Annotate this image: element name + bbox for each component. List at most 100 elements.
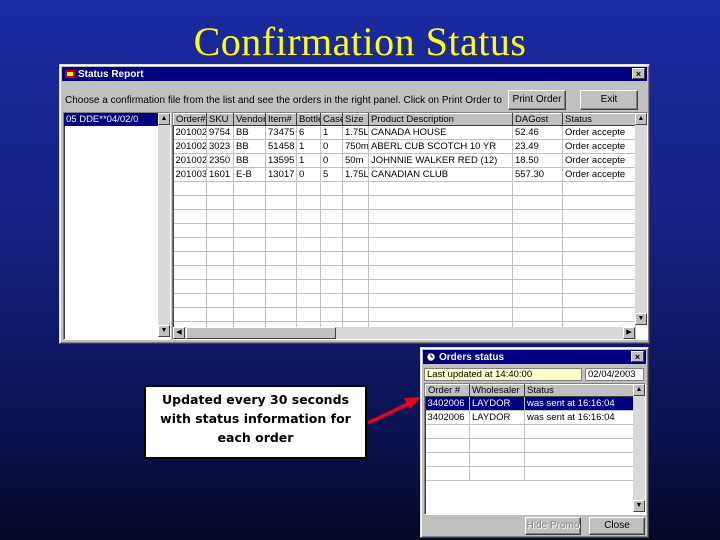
orders-grid[interactable]: Order # Wholesaler Status 3402006 LAYDOR was… [424, 383, 646, 515]
scroll-right-icon[interactable]: ▶ [623, 327, 635, 339]
table-cell: 5 [320, 167, 343, 182]
empty-row [425, 466, 634, 481]
file-list-scrollbar[interactable]: ▲ ▼ [158, 113, 170, 337]
exit-button[interactable]: Exit [580, 90, 638, 110]
scroll-left-icon[interactable]: ◀ [173, 327, 185, 339]
order-grid[interactable]: Order#SKUVendorItem#BottleCaseSizeProduc… [172, 112, 648, 340]
table-row[interactable]: 201002 3023 BB 51458 1 0 750m ABERL CUB SCOTCH … [173, 139, 636, 154]
table-cell: 51458 [265, 139, 297, 154]
empty-row [173, 307, 636, 322]
table-cell: 750m [342, 139, 369, 154]
scroll-thumb[interactable] [186, 327, 336, 339]
column-header[interactable]: Case [320, 113, 343, 126]
table-row[interactable]: 3402006 LAYDOR was sent at 16:16:04 [425, 410, 634, 425]
scroll-down-icon[interactable]: ▼ [158, 325, 170, 337]
table-row[interactable]: 201002 2350 BB 13595 1 0 50m JOHNNIE WALKER RED… [173, 153, 636, 168]
orders-status-title: Orders status [439, 351, 505, 363]
table-cell: 1601 [206, 167, 234, 182]
table-cell: 9754 [206, 125, 234, 140]
table-cell: 52.46 [512, 125, 563, 140]
column-header[interactable]: SKU [206, 113, 234, 126]
table-cell: ABERL CUB SCOTCH 10 YR [368, 139, 513, 154]
column-header[interactable]: Vendor [233, 113, 266, 126]
file-list-item[interactable]: 05 DDE**04/02/0 [64, 113, 170, 126]
table-cell: 13595 [265, 153, 297, 168]
orders-status-titlebar[interactable]: Orders status × [423, 350, 646, 364]
table-cell: 50m [342, 153, 369, 168]
column-header[interactable]: Product Description [368, 113, 513, 126]
empty-row [173, 237, 636, 252]
order-grid-hscrollbar[interactable]: ◀ ▶ [173, 327, 635, 339]
table-cell: Order accepte [562, 139, 636, 154]
table-cell: 3023 [206, 139, 234, 154]
column-header[interactable]: Order# [173, 113, 207, 126]
scroll-up-icon[interactable]: ▲ [633, 384, 645, 396]
table-row[interactable]: 201002 9754 BB 73475 6 1 1.75L CANADA HOUSE 52.4… [173, 125, 636, 140]
table-cell: LAYDOR [469, 396, 525, 411]
table-row[interactable]: 201003 1601 E-B 13017 0 5 1.75L CANADIAN CLUB 55… [173, 167, 636, 182]
table-cell: BB [233, 139, 266, 154]
empty-row [173, 181, 636, 196]
column-header[interactable]: Size [342, 113, 369, 126]
table-cell: 23.49 [512, 139, 563, 154]
table-cell: 201003 [173, 167, 207, 182]
status-report-title: Status Report [78, 68, 144, 80]
empty-row [425, 438, 634, 453]
empty-row [173, 195, 636, 210]
clock-icon [426, 352, 436, 362]
empty-row [173, 209, 636, 224]
table-cell: 201002 [173, 139, 207, 154]
table-cell: was sent at 16:16:04 [524, 396, 634, 411]
table-cell: 3402006 [425, 396, 470, 411]
empty-row [425, 424, 634, 439]
close-icon[interactable]: × [632, 68, 645, 79]
scroll-up-icon[interactable]: ▲ [635, 113, 647, 125]
table-cell: 1 [320, 125, 343, 140]
table-cell: 73475 [265, 125, 297, 140]
column-header[interactable]: Status [562, 113, 636, 126]
close-button[interactable]: Close [589, 517, 645, 535]
table-cell: 13017 [265, 167, 297, 182]
table-cell: 0 [320, 153, 343, 168]
status-report-window: Status Report × Choose a confirmation fi… [59, 64, 650, 344]
table-cell: 1.75L [342, 125, 369, 140]
order-table: Order#SKUVendorItem#BottleCaseSizeProduc… [173, 113, 636, 339]
table-cell: 1.75L [342, 167, 369, 182]
scroll-up-icon[interactable]: ▲ [158, 113, 170, 125]
orders-table: Order # Wholesaler Status 3402006 LAYDOR was… [425, 384, 634, 481]
last-updated-field: Last updated at 14:40:00 [424, 368, 582, 381]
table-cell: CANADA HOUSE [368, 125, 513, 140]
empty-row [173, 279, 636, 294]
empty-row [173, 223, 636, 238]
column-header[interactable]: Item# [265, 113, 297, 126]
column-header[interactable]: Bottle [296, 113, 321, 126]
app-icon [65, 70, 75, 78]
file-list[interactable]: 05 DDE**04/02/0 ▲ ▼ [63, 112, 171, 340]
callout-box: Updated every 30 seconds with status inf… [144, 385, 367, 459]
table-cell: 0 [320, 139, 343, 154]
status-report-titlebar[interactable]: Status Report × [62, 67, 647, 81]
callout-line-3: each order [217, 430, 294, 445]
table-cell: Order accepte [562, 167, 636, 182]
column-header[interactable]: Order # [425, 384, 470, 397]
scroll-down-icon[interactable]: ▼ [633, 500, 645, 512]
column-header[interactable]: DAGost [512, 113, 563, 126]
table-cell: 3402006 [425, 410, 470, 425]
empty-row [173, 251, 636, 266]
print-order-button[interactable]: Print Order [508, 90, 566, 110]
empty-row [173, 293, 636, 308]
table-row[interactable]: 3402006 LAYDOR was sent at 16:16:04 [425, 396, 634, 411]
table-cell: 1 [296, 139, 321, 154]
callout-line-2: with status information for [160, 411, 351, 426]
table-cell: was sent at 16:16:04 [524, 410, 634, 425]
column-header[interactable]: Wholesaler [469, 384, 525, 397]
table-cell: BB [233, 125, 266, 140]
hide-promo-button[interactable]: Hide Promo [525, 517, 581, 535]
order-grid-vscrollbar[interactable]: ▲ ▼ [635, 113, 647, 325]
orders-grid-scrollbar[interactable]: ▲ ▼ [633, 384, 645, 512]
scroll-down-icon[interactable]: ▼ [635, 313, 647, 325]
column-header[interactable]: Status [524, 384, 634, 397]
close-icon[interactable]: × [631, 351, 644, 362]
table-cell: LAYDOR [469, 410, 525, 425]
empty-row [173, 265, 636, 280]
